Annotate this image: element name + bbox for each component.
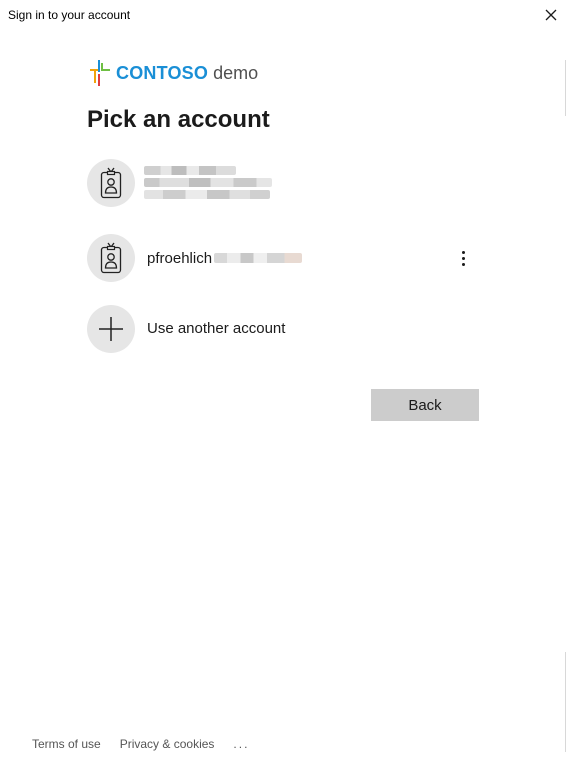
account-username: pfroehlich bbox=[147, 249, 213, 267]
contoso-logo: CONTOSO demo bbox=[90, 59, 258, 87]
contoso-logo-icon bbox=[90, 60, 110, 86]
plus-icon bbox=[99, 317, 123, 341]
account-name-redacted bbox=[144, 165, 236, 175]
avatar bbox=[87, 159, 135, 207]
logo-suffix-text: demo bbox=[213, 62, 259, 83]
avatar bbox=[87, 305, 135, 353]
use-another-account-label: Use another account bbox=[147, 320, 286, 337]
id-badge-icon bbox=[100, 167, 122, 199]
footer: Terms of use Privacy & cookies ... bbox=[32, 737, 249, 751]
terms-of-use-link[interactable]: Terms of use bbox=[32, 737, 101, 751]
account-info-redacted bbox=[144, 189, 270, 199]
account-domain-redacted bbox=[214, 253, 303, 263]
footer-more-button[interactable]: ... bbox=[233, 737, 249, 751]
account-tile-1[interactable] bbox=[87, 159, 272, 207]
back-button[interactable]: Back bbox=[371, 389, 479, 421]
account-tile-2[interactable]: pfroehlich bbox=[87, 234, 303, 282]
page-title: Pick an account bbox=[87, 106, 270, 133]
id-badge-icon bbox=[100, 242, 122, 274]
avatar bbox=[87, 234, 135, 282]
window-edge bbox=[565, 60, 566, 116]
more-options-icon-dot bbox=[461, 256, 465, 260]
close-button[interactable] bbox=[540, 4, 562, 26]
account-email-redacted bbox=[144, 177, 272, 187]
more-options-icon-dot bbox=[461, 262, 465, 266]
more-options-icon bbox=[461, 250, 465, 254]
window-title: Sign in to your account bbox=[8, 8, 131, 22]
logo-brand-text: CONTOSO bbox=[116, 62, 209, 83]
close-icon bbox=[545, 9, 557, 21]
use-another-account-button[interactable]: Use another account bbox=[87, 305, 285, 353]
window-edge bbox=[565, 652, 566, 752]
account-options-button[interactable] bbox=[455, 246, 471, 270]
privacy-cookies-link[interactable]: Privacy & cookies bbox=[120, 737, 215, 751]
